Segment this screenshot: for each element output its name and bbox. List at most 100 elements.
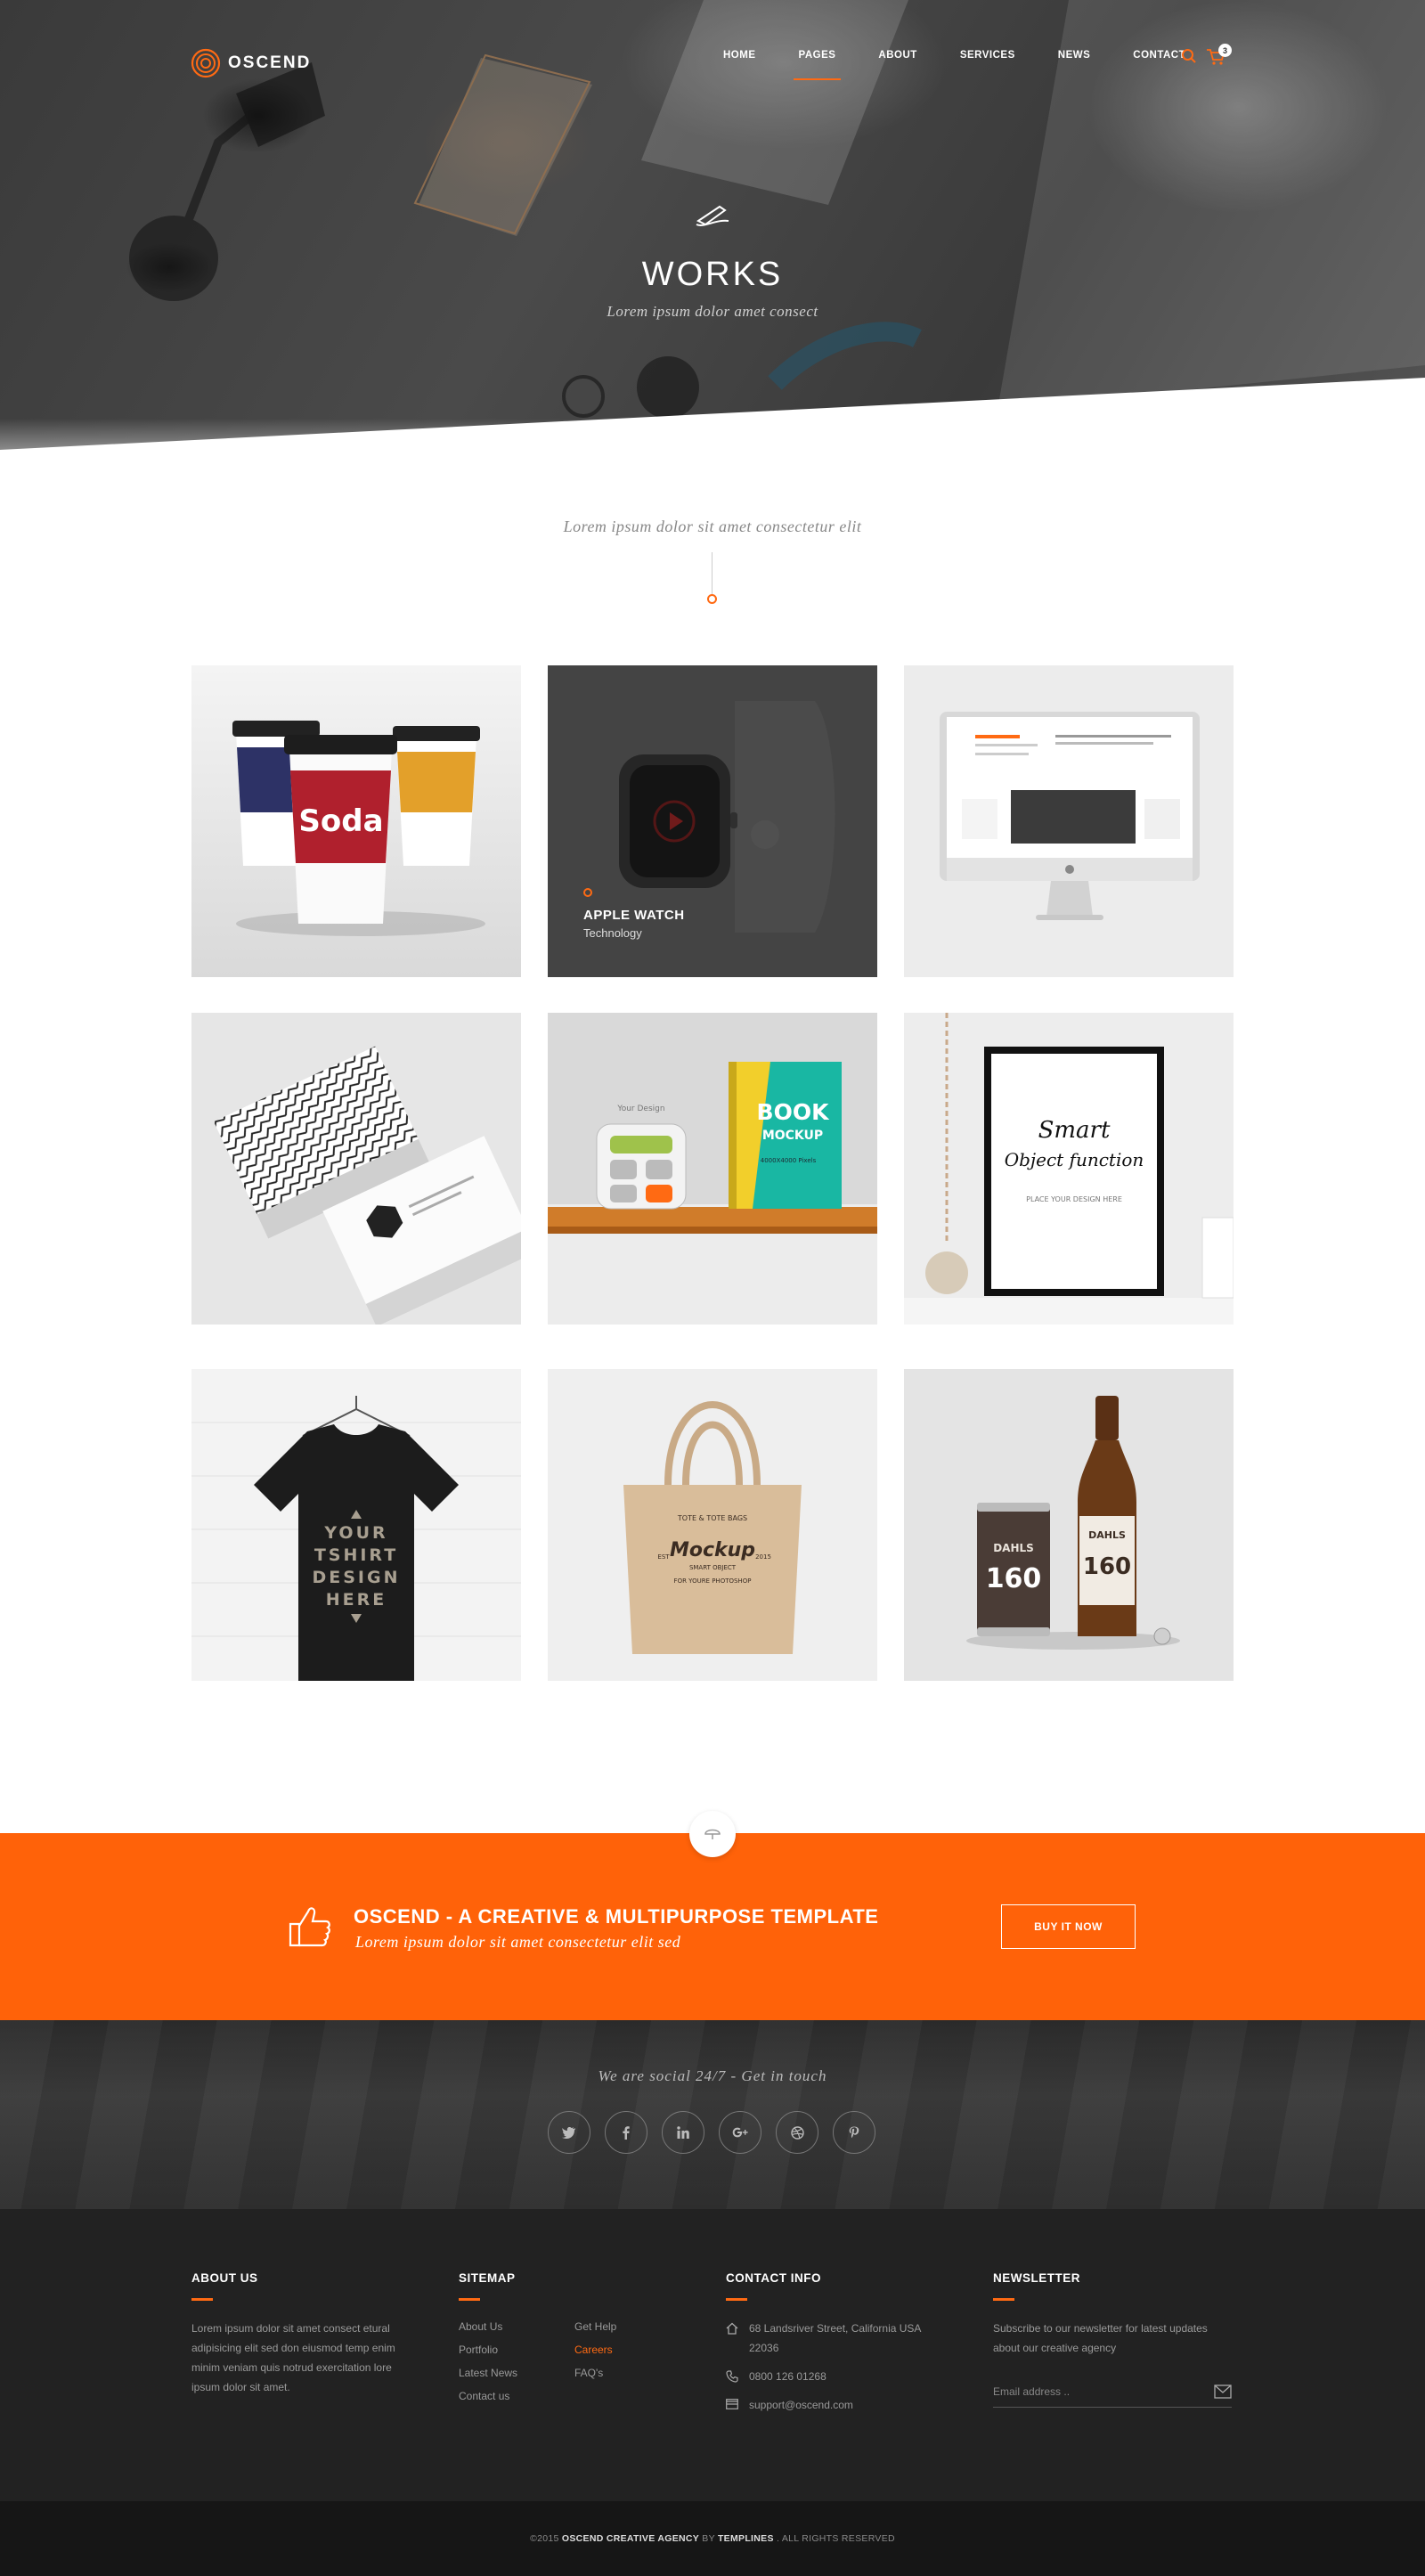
logo[interactable]: OSCEND [191, 48, 311, 78]
soda-label: Soda [298, 803, 383, 839]
thumbs-up-icon [289, 1907, 330, 1947]
sitemap-link-about-us[interactable]: About Us [459, 2315, 574, 2338]
mail-icon [726, 2399, 738, 2409]
cta-title: OSCEND - A CREATIVE & MULTIPURPOSE TEMPL… [354, 1905, 879, 1928]
newsletter-text: Subscribe to our newsletter for latest u… [993, 2322, 1208, 2354]
pinterest-icon[interactable] [833, 2111, 875, 2154]
shirt-line-1: YOUR [323, 1523, 387, 1543]
newsletter-accent-bar [993, 2298, 1014, 2301]
copyright-by: BY [699, 2533, 718, 2544]
bag-sub-text: SMART OBJECT [689, 1564, 737, 1571]
portfolio-item-soda-cups[interactable]: Soda [191, 665, 521, 977]
cart-count-badge: 3 [1218, 44, 1232, 57]
umbrella-icon [704, 1829, 721, 1839]
footer-sitemap: SITEMAP About Us Portfolio Latest News C… [459, 2271, 672, 2408]
sitemap-link-get-help[interactable]: Get Help [574, 2315, 616, 2338]
copyright-brand-link[interactable]: TEMPLINES [718, 2533, 774, 2544]
footer-contact: CONTACT INFO 68 Landsriver Street, Calif… [726, 2271, 922, 2424]
twitter-icon[interactable] [548, 2111, 590, 2154]
book-screen-text: Your Design [616, 1105, 664, 1113]
contact-email-row: support@oscend.com [726, 2395, 922, 2415]
home-icon [726, 2322, 738, 2335]
bag-year-text: 2015 [755, 1553, 771, 1561]
contact-phone[interactable]: 0800 126 01268 [749, 2367, 826, 2386]
google-plus-icon[interactable] [719, 2111, 761, 2154]
bag-main-text: Mockup [670, 1539, 755, 1561]
frame-line-2: Object function [1005, 1149, 1144, 1170]
business-cards-image [191, 1013, 521, 1325]
smart-frame-image: Smart Object function PLACE YOUR DESIGN … [904, 1013, 1234, 1325]
newsletter-email-input[interactable] [993, 2376, 1232, 2408]
copyright-agency: OSCEND CREATIVE AGENCY [561, 2533, 700, 2544]
phone-icon [726, 2370, 738, 2383]
portfolio-item-imac-website[interactable] [904, 665, 1234, 977]
cta-badge [689, 1811, 736, 1857]
nav-services[interactable]: SERVICES [960, 50, 1015, 61]
book-note: 4000X4000 Pixels [761, 1157, 817, 1164]
nav-home[interactable]: HOME [723, 50, 756, 61]
sitemap-link-faqs[interactable]: FAQ's [574, 2361, 616, 2384]
social-text: We are social 24/7 - Get in touch [598, 2067, 827, 2084]
featured-caption: APPLE WATCH Technology [583, 888, 685, 940]
soda-cups-image: Soda [191, 665, 521, 977]
copyright-text: ©2015 OSCEND CREATIVE AGENCY BY TEMPLINE… [530, 2533, 895, 2544]
hero-fade [0, 419, 1425, 499]
main-nav: HOME PAGES ABOUT SERVICES NEWS CONTACT [723, 50, 1185, 80]
portfolio-item-tote-bag[interactable]: TOTE & TOTE BAGS Mockup SMART OBJECT FOR… [548, 1369, 877, 1681]
footer-newsletter: NEWSLETTER Subscribe to our newsletter f… [993, 2271, 1234, 2408]
frame-note: PLACE YOUR DESIGN HERE [1026, 1195, 1122, 1203]
facebook-icon[interactable] [605, 2111, 647, 2154]
copyright-suffix: . ALL RIGHTS RESERVED [773, 2533, 895, 2544]
portfolio-item-beer[interactable]: DAHLS 160 DAHLS 160 [904, 1369, 1234, 1681]
social-icons [548, 2111, 875, 2154]
sitemap-heading: SITEMAP [459, 2271, 516, 2285]
portfolio-item-book-mockup[interactable]: Your Design BOOK MOCKUP 4000X4000 Pixels [548, 1013, 877, 1325]
nav-about[interactable]: ABOUT [878, 50, 916, 61]
sitemap-link-contact-us[interactable]: Contact us [459, 2384, 574, 2408]
contact-phone-row: 0800 126 01268 [726, 2367, 922, 2386]
contact-email[interactable]: support@oscend.com [749, 2395, 853, 2415]
shirt-line-4: HERE [326, 1590, 387, 1610]
intro-divider-dot [707, 594, 717, 604]
book-mockup-image: Your Design BOOK MOCKUP 4000X4000 Pixels [548, 1013, 877, 1325]
nav-contact[interactable]: CONTACT [1133, 50, 1185, 61]
linkedin-icon[interactable] [662, 2111, 704, 2154]
contact-address: 68 Landsriver Street, California USA 220… [749, 2322, 921, 2354]
sitemap-col-2: Get Help Careers FAQ's [574, 2315, 616, 2408]
contact-accent-bar [726, 2298, 747, 2301]
nav-pages[interactable]: PAGES [793, 50, 842, 80]
tshirt-image: YOUR TSHIRT DESIGN HERE [191, 1369, 521, 1681]
logo-mark-icon [191, 48, 221, 78]
sitemap-link-careers[interactable]: Careers [574, 2338, 616, 2361]
sitemap-accent-bar [459, 2298, 480, 2301]
portfolio-item-apple-watch[interactable]: APPLE WATCH Technology [548, 665, 877, 977]
bottle-brand: DAHLS [1088, 1529, 1126, 1541]
shirt-line-2: TSHIRT [314, 1545, 398, 1565]
nav-news[interactable]: NEWS [1058, 50, 1091, 61]
portfolio-item-business-cards[interactable] [191, 1013, 521, 1325]
sitemap-col-1: About Us Portfolio Latest News Contact u… [459, 2315, 574, 2408]
book-title-2: MOCKUP [762, 1129, 823, 1143]
bag-top-text: TOTE & TOTE BAGS [677, 1514, 747, 1522]
dribbble-icon[interactable] [776, 2111, 818, 2154]
book-title-1: BOOK [757, 1099, 831, 1125]
bag-est-text: EST [657, 1553, 670, 1561]
about-text: Lorem ipsum dolor sit amet consect etura… [191, 2322, 395, 2393]
contact-heading: CONTACT INFO [726, 2271, 821, 2285]
caption-dot [583, 888, 592, 897]
search-icon[interactable] [1181, 48, 1197, 64]
portfolio-item-smart-frame[interactable]: Smart Object function PLACE YOUR DESIGN … [904, 1013, 1234, 1325]
buy-it-now-button[interactable]: BUY IT NOW [1001, 1904, 1136, 1949]
footer-about: ABOUT US Lorem ipsum dolor sit amet cons… [191, 2271, 414, 2397]
subscribe-mail-icon[interactable] [1214, 2384, 1232, 2399]
portfolio-item-tshirt[interactable]: YOUR TSHIRT DESIGN HERE [191, 1369, 521, 1681]
can-brand: DAHLS [993, 1542, 1034, 1554]
newsletter-heading: NEWSLETTER [993, 2271, 1080, 2285]
cta-subtitle: Lorem ipsum dolor sit amet consectetur e… [355, 1933, 681, 1951]
page-subtitle: Lorem ipsum dolor amet consect [607, 303, 818, 320]
about-accent-bar [191, 2298, 213, 2301]
sitemap-link-latest-news[interactable]: Latest News [459, 2361, 574, 2384]
sitemap-link-portfolio[interactable]: Portfolio [459, 2338, 574, 2361]
copyright-bar: ©2015 OSCEND CREATIVE AGENCY BY TEMPLINE… [0, 2501, 1425, 2576]
featured-title[interactable]: APPLE WATCH [583, 908, 685, 923]
